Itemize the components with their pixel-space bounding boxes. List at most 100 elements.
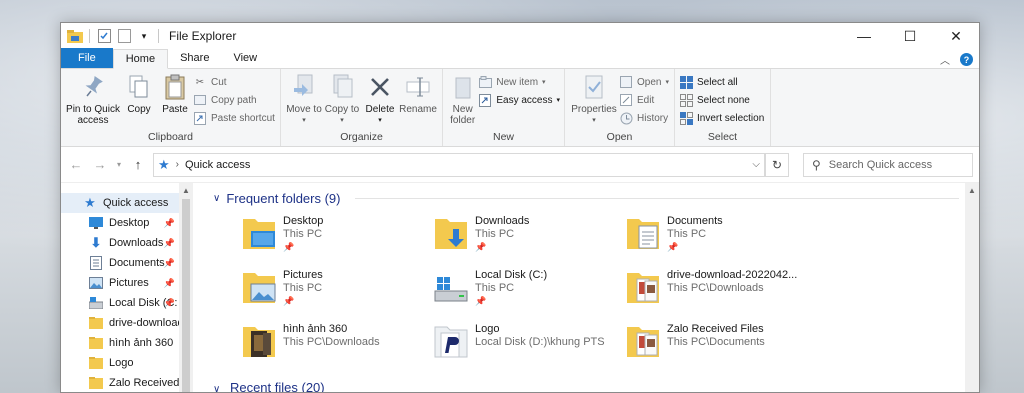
properties-icon[interactable]	[96, 28, 112, 44]
folder-location: Local Disk (D:)\khung PTS	[475, 336, 605, 348]
main-pane: ∨ Frequent folders (9) Desktop This PC 📌	[193, 183, 979, 392]
open-group-label: Open	[606, 131, 633, 143]
open-label: Open	[637, 76, 662, 88]
pictures-folder-icon	[243, 273, 276, 303]
select-all-button[interactable]: Select all	[679, 74, 764, 90]
breadcrumb-separator-icon[interactable]: ›	[176, 159, 179, 170]
copy-path-button[interactable]: Copy path	[193, 92, 275, 108]
new-folder-icon[interactable]	[116, 28, 132, 44]
sidebar-item-pictures[interactable]: Pictures 📌	[61, 273, 179, 293]
new-folder-label: New folder	[450, 104, 476, 126]
clipboard-group-label: Clipboard	[148, 131, 193, 143]
tab-view[interactable]: View	[221, 48, 269, 68]
tab-file[interactable]: File	[61, 48, 113, 68]
sidebar-item-drive-download[interactable]: drive-download-	[61, 313, 179, 333]
chevron-down-icon[interactable]: ∨	[213, 193, 220, 204]
sidebar-item-documents[interactable]: Documents 📌	[61, 253, 179, 273]
paste-label: Paste	[162, 104, 188, 115]
customize-toolbar-icon[interactable]: ▾	[136, 28, 152, 44]
forward-arrow-icon[interactable]: →	[91, 157, 109, 172]
pin-icon: 📌	[475, 296, 487, 306]
dropdown-arrow-icon: ▾	[592, 117, 596, 124]
copy-to-icon	[327, 72, 357, 102]
sidebar-item-local-disk[interactable]: Local Disk (C: 📌	[61, 293, 179, 313]
sidebar-item-quick-access[interactable]: ★ Quick access	[61, 193, 179, 213]
select-none-button[interactable]: Select none	[679, 92, 764, 108]
sidebar-item-zalo[interactable]: Zalo Received Fi	[61, 373, 179, 392]
up-arrow-icon[interactable]: ↑	[129, 157, 147, 172]
recent-files-header[interactable]: ∨ Recent files (20)	[213, 380, 325, 392]
help-icon[interactable]: ?	[960, 53, 973, 66]
scroll-up-icon[interactable]: ▲	[965, 186, 979, 195]
history-button[interactable]: History	[619, 110, 669, 126]
close-button[interactable]: ✕	[933, 23, 979, 49]
new-item-button[interactable]: New item ▾	[478, 74, 560, 90]
ribbon-right-controls: ︿ ?	[940, 52, 973, 67]
paste-shortcut-button[interactable]: Paste shortcut	[193, 110, 275, 126]
folder-tile-documents[interactable]: Documents This PC 📌	[625, 213, 817, 261]
folder-tile-downloads[interactable]: Downloads This PC 📌	[433, 213, 625, 261]
pin-icon[interactable]: 📌	[164, 258, 175, 269]
pin-icon[interactable]: 📌	[164, 218, 175, 229]
maximize-button[interactable]: ☐	[887, 23, 933, 49]
folder-with-files-icon	[243, 327, 275, 357]
pin-icon[interactable]: 📌	[164, 238, 175, 249]
scroll-up-icon[interactable]: ▲	[179, 186, 193, 195]
folder-icon	[89, 376, 103, 390]
navigation-pane-scrollbar[interactable]: ▲	[179, 183, 193, 392]
open-button[interactable]: Open ▾	[619, 74, 669, 90]
recent-locations-icon[interactable]: ▾	[115, 160, 123, 169]
cut-button[interactable]: ✂ Cut	[193, 74, 275, 90]
invert-selection-label: Invert selection	[697, 112, 765, 124]
folder-name: Documents	[667, 215, 723, 227]
star-icon: ★	[84, 195, 96, 210]
title-bar: ▾ File Explorer — ☐ ✕	[61, 23, 979, 49]
search-icon: ⚲	[812, 157, 821, 172]
sidebar-item-downloads[interactable]: ⬇ Downloads 📌	[61, 233, 179, 253]
invert-selection-button[interactable]: Invert selection	[679, 110, 764, 126]
edit-button[interactable]: Edit	[619, 92, 669, 108]
search-input[interactable]	[828, 158, 959, 171]
folder-tile-hinh-anh-360[interactable]: hình ảnh 360 This PC\Downloads	[241, 321, 433, 369]
folder-tile-zalo[interactable]: Zalo Received Files This PC\Documents	[625, 321, 817, 369]
main-pane-scrollbar[interactable]: ▲	[965, 183, 979, 392]
folder-tile-logo[interactable]: Logo Local Disk (D:)\khung PTS	[433, 321, 625, 369]
desktop-folder-icon	[243, 219, 275, 249]
folder-with-files-icon	[627, 327, 659, 357]
search-box[interactable]: ⚲	[803, 152, 973, 177]
sidebar-item-label: Logo	[109, 357, 134, 369]
sidebar-item-hinh-anh-360[interactable]: hình ảnh 360	[61, 333, 179, 353]
tab-share[interactable]: Share	[168, 48, 221, 68]
drive-icon	[434, 277, 468, 302]
refresh-button[interactable]: ↻	[765, 152, 789, 177]
history-icon	[619, 111, 633, 125]
chevron-down-icon[interactable]: ∨	[213, 384, 220, 392]
address-bar[interactable]: ★ › Quick access ⌵	[153, 152, 765, 177]
sidebar-item-logo[interactable]: Logo	[61, 353, 179, 373]
tab-home[interactable]: Home	[112, 49, 169, 69]
folder-name: Zalo Received Files	[667, 323, 764, 335]
back-arrow-icon[interactable]: ←	[67, 157, 85, 172]
paste-icon	[160, 72, 190, 102]
collapse-ribbon-icon[interactable]: ︿	[940, 52, 950, 67]
pin-icon: 📌	[475, 242, 487, 252]
copy-path-label: Copy path	[211, 94, 257, 106]
address-dropdown-icon[interactable]: ⌵	[752, 159, 760, 170]
minimize-button[interactable]: —	[841, 23, 887, 49]
select-none-icon	[679, 93, 693, 107]
sidebar-item-desktop[interactable]: Desktop 📌	[61, 213, 179, 233]
folder-tile-local-disk[interactable]: Local Disk (C:) This PC 📌	[433, 267, 625, 315]
folder-tile-pictures[interactable]: Pictures This PC 📌	[241, 267, 433, 315]
pin-icon[interactable]: 📌	[164, 278, 175, 289]
scrollbar-thumb[interactable]	[182, 199, 190, 392]
pin-icon[interactable]: 📌	[164, 298, 175, 309]
edit-label: Edit	[637, 94, 655, 106]
easy-access-button[interactable]: Easy access ▾	[478, 92, 560, 108]
breadcrumb[interactable]: Quick access	[185, 159, 250, 171]
folder-tile-desktop[interactable]: Desktop This PC 📌	[241, 213, 433, 261]
section-divider	[354, 197, 959, 199]
folder-location: This PC	[283, 228, 323, 240]
folder-tile-drive-download[interactable]: drive-download-2022042... This PC\Downlo…	[625, 267, 817, 315]
folder-name: hình ảnh 360	[283, 323, 348, 335]
frequent-folders-header[interactable]: ∨ Frequent folders (9)	[213, 185, 979, 211]
